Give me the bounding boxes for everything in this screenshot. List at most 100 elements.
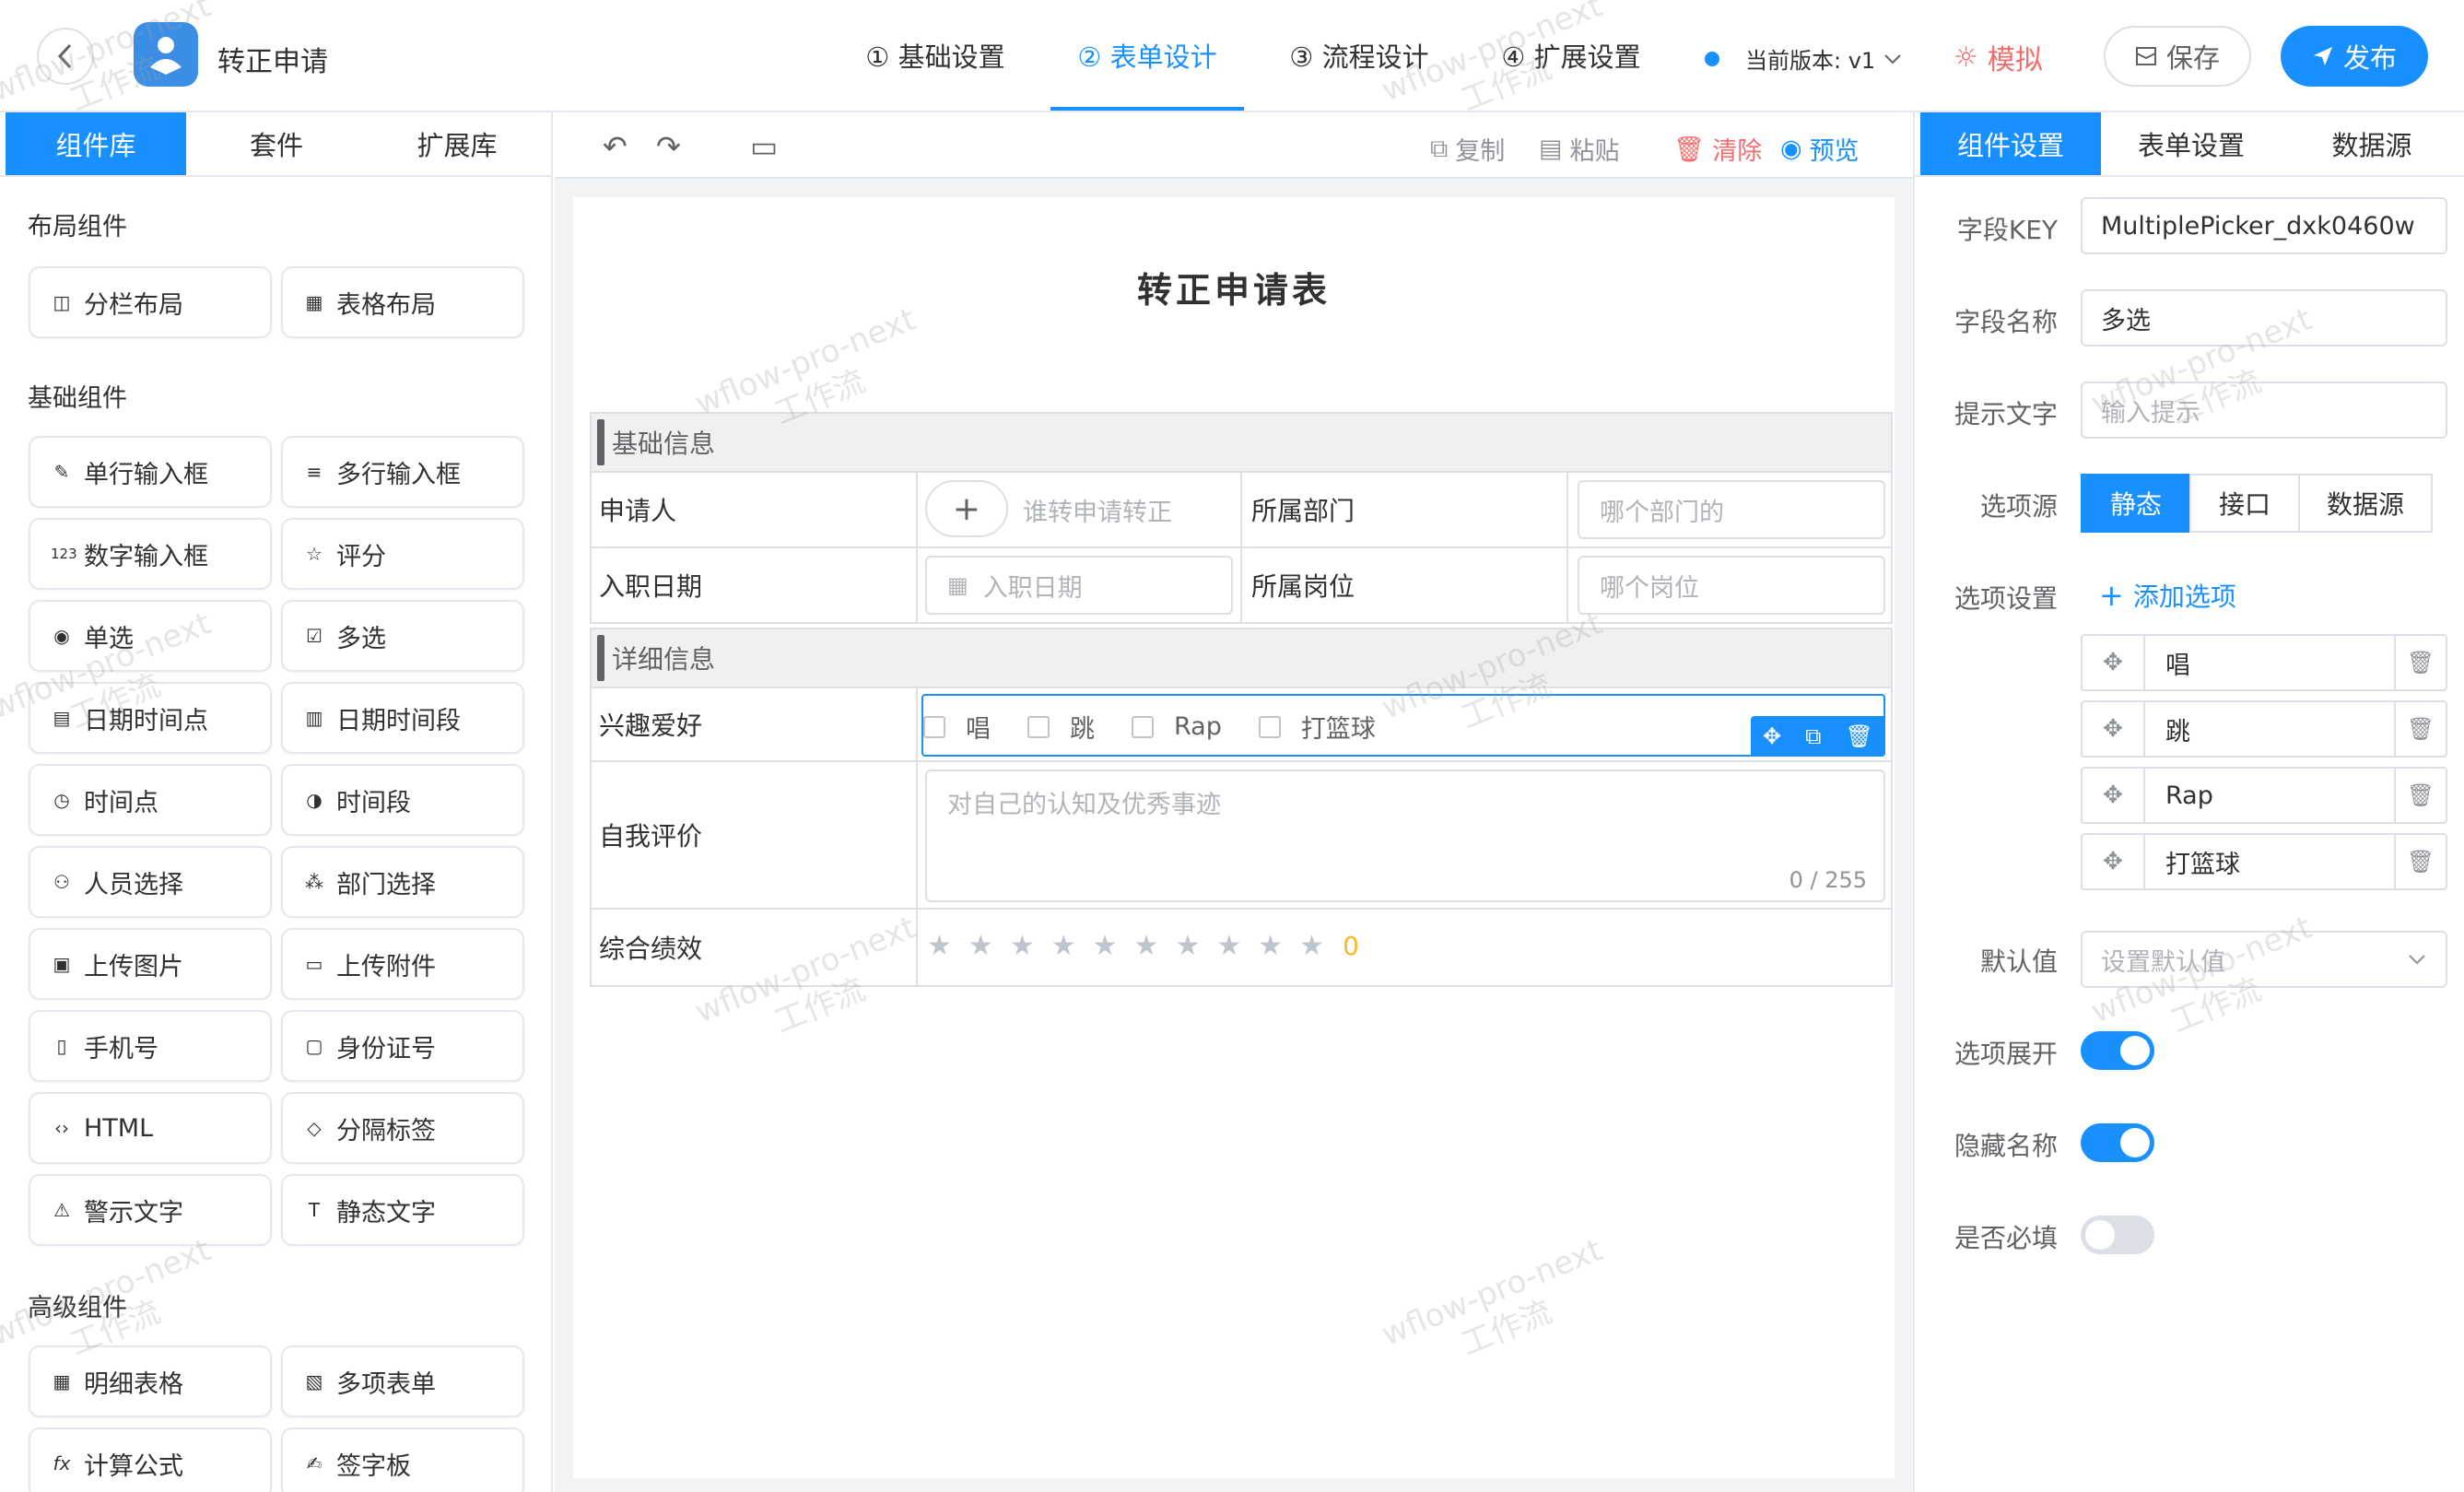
tab-extensions[interactable]: 扩展库 bbox=[367, 112, 547, 175]
undo-icon[interactable]: ↶ bbox=[603, 129, 628, 164]
checkbox-option[interactable]: 打篮球 bbox=[1258, 709, 1376, 745]
component-divider-tag[interactable]: ◇ 分隔标签 bbox=[281, 1092, 524, 1164]
component-number-input[interactable]: 123 数字输入框 bbox=[29, 518, 272, 590]
component-single-input[interactable]: ✎ 单行输入框 bbox=[29, 436, 272, 508]
star-icon[interactable]: ★ bbox=[1134, 930, 1159, 962]
trash-icon[interactable]: 🗑 bbox=[2394, 769, 2446, 822]
option-input[interactable]: Rap bbox=[2145, 769, 2394, 822]
copy-button[interactable]: ⧉ 复制 bbox=[1430, 131, 1505, 167]
component-upload-file[interactable]: ▭ 上传附件 bbox=[281, 928, 524, 1000]
component-time[interactable]: ◷ 时间点 bbox=[29, 764, 272, 836]
checkbox-icon: ☑ bbox=[306, 625, 323, 647]
source-datasource[interactable]: 数据源 bbox=[2298, 474, 2433, 533]
section-detail-info[interactable]: 详细信息 bbox=[590, 628, 1893, 688]
step-process-design[interactable]: ③ 流程设计 bbox=[1253, 0, 1465, 111]
component-datetime-range[interactable]: ▥ 日期时间段 bbox=[281, 682, 524, 754]
source-api[interactable]: 接口 bbox=[2189, 474, 2300, 533]
delete-icon[interactable]: 🗑 bbox=[1845, 723, 1872, 749]
section-basic-info[interactable]: 基础信息 bbox=[590, 412, 1893, 473]
drag-handle-icon[interactable]: ✥ bbox=[2083, 702, 2145, 756]
star-rating[interactable]: ★ ★ ★ ★ ★ ★ ★ ★ ★ ★ 0 bbox=[927, 930, 1359, 962]
clear-button[interactable]: 🗑 清除 bbox=[1673, 131, 1762, 167]
star-icon[interactable]: ★ bbox=[968, 930, 993, 962]
publish-button[interactable]: 发布 bbox=[2281, 26, 2428, 87]
expand-toggle[interactable] bbox=[2081, 1031, 2154, 1070]
hide-name-toggle[interactable] bbox=[2081, 1123, 2154, 1162]
option-input[interactable]: 打篮球 bbox=[2145, 835, 2394, 888]
option-input[interactable]: 唱 bbox=[2145, 636, 2394, 689]
step-basic-settings[interactable]: ① 基础设置 bbox=[829, 0, 1041, 111]
tab-form-settings[interactable]: 表单设置 bbox=[2101, 112, 2282, 175]
component-static-text[interactable]: T 静态文字 bbox=[281, 1174, 524, 1246]
trash-icon[interactable]: 🗑 bbox=[2394, 702, 2446, 756]
star-icon[interactable]: ★ bbox=[1216, 930, 1241, 962]
component-detail-table[interactable]: ▦ 明细表格 bbox=[29, 1345, 272, 1417]
move-icon[interactable]: ✥ bbox=[1763, 723, 1781, 749]
star-icon[interactable]: ★ bbox=[927, 930, 952, 962]
field-key-input[interactable]: MultiplePicker_dxk0460w bbox=[2081, 197, 2447, 254]
trash-icon[interactable]: 🗑 bbox=[2394, 636, 2446, 689]
tab-component-library[interactable]: 组件库 bbox=[6, 112, 186, 175]
component-id-card[interactable]: ▢ 身份证号 bbox=[281, 1010, 524, 1082]
back-button[interactable] bbox=[37, 28, 94, 85]
component-table-layout[interactable]: ▦ 表格布局 bbox=[281, 266, 524, 338]
desktop-icon[interactable]: ▭ bbox=[750, 129, 778, 164]
default-select[interactable]: 设置默认值 bbox=[2081, 931, 2447, 988]
component-formula[interactable]: fx 计算公式 bbox=[29, 1427, 272, 1492]
component-html[interactable]: ‹› HTML bbox=[29, 1092, 272, 1164]
form-row-join-date: 入职日期 ▦ 入职日期 所属岗位 哪个岗位 bbox=[590, 548, 1893, 624]
component-rating[interactable]: ☆ 评分 bbox=[281, 518, 524, 590]
tab-component-settings[interactable]: 组件设置 bbox=[1920, 112, 2101, 175]
required-toggle[interactable] bbox=[2081, 1216, 2154, 1254]
self-eval-textarea[interactable]: 对自己的认知及优秀事迹 0 / 255 bbox=[925, 769, 1885, 902]
component-warning-text[interactable]: ⚠ 警示文字 bbox=[29, 1174, 272, 1246]
preview-button[interactable]: ◉ 预览 bbox=[1780, 131, 1860, 167]
star-icon[interactable]: ★ bbox=[1093, 930, 1118, 962]
drag-handle-icon[interactable]: ✥ bbox=[2083, 835, 2145, 888]
component-multi-input[interactable]: ≡ 多行输入框 bbox=[281, 436, 524, 508]
star-icon[interactable]: ★ bbox=[1051, 930, 1076, 962]
simulate-button[interactable]: ☼ 模拟 bbox=[1954, 37, 2043, 77]
join-date-input[interactable]: ▦ 入职日期 bbox=[925, 556, 1233, 615]
hint-input[interactable]: 输入提示 bbox=[2081, 382, 2447, 439]
add-option-button[interactable]: + 添加选项 bbox=[2099, 577, 2236, 614]
component-radio[interactable]: ◉ 单选 bbox=[29, 600, 272, 672]
dept-input[interactable]: 哪个部门的 bbox=[1578, 480, 1885, 539]
tab-suites[interactable]: 套件 bbox=[186, 112, 367, 175]
component-columns[interactable]: ◫ 分栏布局 bbox=[29, 266, 272, 338]
star-icon[interactable]: ★ bbox=[1299, 930, 1324, 962]
drag-handle-icon[interactable]: ✥ bbox=[2083, 769, 2145, 822]
component-datetime[interactable]: ▤ 日期时间点 bbox=[29, 682, 272, 754]
component-signature[interactable]: ✍ 签字板 bbox=[281, 1427, 524, 1492]
position-input[interactable]: 哪个岗位 bbox=[1578, 556, 1885, 615]
source-static[interactable]: 静态 bbox=[2081, 474, 2191, 533]
step-form-design[interactable]: ② 表单设计 bbox=[1041, 0, 1253, 111]
trash-icon[interactable]: 🗑 bbox=[2394, 835, 2446, 888]
redo-icon[interactable]: ↷ bbox=[656, 129, 681, 164]
field-name-input[interactable]: 多选 bbox=[2081, 289, 2447, 347]
save-button[interactable]: 保存 bbox=[2104, 26, 2251, 87]
component-multi-form[interactable]: ▧ 多项表单 bbox=[281, 1345, 524, 1417]
drag-handle-icon[interactable]: ✥ bbox=[2083, 636, 2145, 689]
component-dept-select[interactable]: ⁂ 部门选择 bbox=[281, 846, 524, 918]
version-select[interactable]: 当前版本: v1 bbox=[1705, 42, 1903, 75]
tab-data-source[interactable]: 数据源 bbox=[2282, 112, 2462, 175]
component-phone[interactable]: ▯ 手机号 bbox=[29, 1010, 272, 1082]
checkbox-option[interactable]: 跳 bbox=[1027, 709, 1095, 745]
star-icon[interactable]: ★ bbox=[1258, 930, 1283, 962]
paste-button[interactable]: ▤ 粘贴 bbox=[1539, 131, 1620, 167]
add-user-button[interactable]: + bbox=[925, 480, 1008, 537]
component-upload-image[interactable]: ▣ 上传图片 bbox=[29, 928, 272, 1000]
copy-icon[interactable]: ⧉ bbox=[1805, 723, 1821, 749]
star-icon[interactable]: ★ bbox=[1010, 930, 1035, 962]
step-extend-settings[interactable]: ④ 扩展设置 bbox=[1465, 0, 1677, 111]
selected-field-outline[interactable]: 唱 跳 Rap 打篮球 ✥ ⧉ 🗑 bbox=[921, 694, 1885, 757]
component-time-range[interactable]: ◑ 时间段 bbox=[281, 764, 524, 836]
default-label: 默认值 bbox=[1979, 946, 2058, 977]
option-input[interactable]: 跳 bbox=[2145, 702, 2394, 756]
star-icon[interactable]: ★ bbox=[1175, 930, 1200, 962]
component-user-select[interactable]: ⚇ 人员选择 bbox=[29, 846, 272, 918]
checkbox-option[interactable]: 唱 bbox=[923, 709, 991, 745]
checkbox-option[interactable]: Rap bbox=[1132, 709, 1222, 745]
component-checkbox[interactable]: ☑ 多选 bbox=[281, 600, 524, 672]
